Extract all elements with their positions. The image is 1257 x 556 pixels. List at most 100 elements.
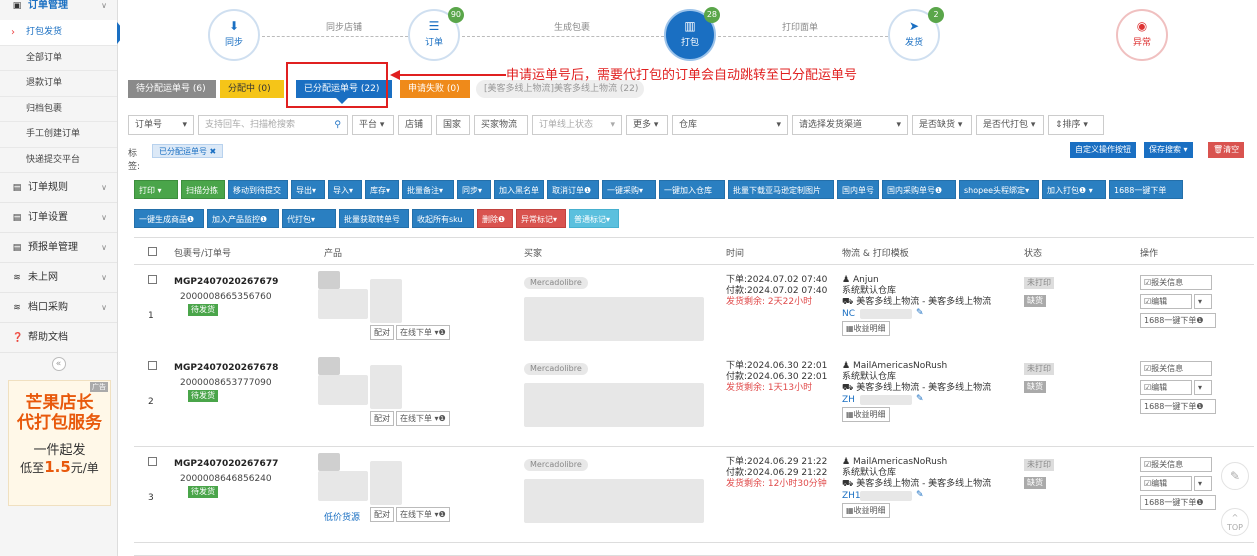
exception-mark-button[interactable]: 异常标记▾ — [516, 209, 566, 228]
batch-get-transfer-button[interactable]: 批量获取转单号 — [339, 209, 409, 228]
order-no-select[interactable]: 订单号 ▾ — [128, 115, 194, 135]
shop-button[interactable]: 店铺 — [398, 115, 432, 135]
customs-info-button[interactable]: ☑报关信息 — [1140, 457, 1212, 472]
agent-pack-button[interactable]: 代打包▾ — [282, 209, 336, 228]
profit-detail-button[interactable]: ▦收益明细 — [842, 503, 890, 518]
online-order-button[interactable]: 在线下单 ▾❶ — [396, 411, 450, 426]
lack-dropdown[interactable]: 是否缺货 ▾ — [912, 115, 972, 135]
collapse-icon[interactable]: « — [51, 357, 66, 371]
pair-button[interactable]: 配对 — [370, 411, 394, 426]
step-ship[interactable]: ➤ 发货 2 — [888, 7, 944, 61]
domestic-no-button[interactable]: 国内单号 — [837, 180, 879, 199]
sidebar-section-settings[interactable]: ▤ 订单设置 ∨ — [0, 203, 117, 233]
customs-info-button[interactable]: ☑报关信息 — [1140, 275, 1212, 290]
tab-assigning[interactable]: 分配中 (0) — [220, 80, 284, 98]
pair-button[interactable]: 配对 — [370, 507, 394, 522]
collapse-sku-button[interactable]: 收起所有sku — [412, 209, 474, 228]
sidebar-section-purchase[interactable]: ≋ 档口采购 ∨ — [0, 293, 117, 323]
tracking-no[interactable]: ZH1 — [842, 491, 861, 502]
row-checkbox[interactable] — [148, 457, 157, 466]
ad-banner[interactable]: 广告 芒果店长 代打包服务 一件起发 低至1.5元/单 — [8, 380, 111, 506]
warehouse-select[interactable]: 仓库 ▾ — [672, 115, 788, 135]
edit-button[interactable]: ☑编辑 — [1140, 476, 1192, 491]
edit-tracking-icon[interactable]: ✎ — [916, 308, 924, 319]
sidebar-section-rules[interactable]: ▤ 订单规则 ∨ — [0, 173, 117, 203]
batch-remark-button[interactable]: 批量备注▾ — [402, 180, 454, 199]
order-no[interactable]: 2000008646856240 — [180, 474, 272, 485]
online-order-button[interactable]: 在线下单 ▾❶ — [396, 325, 450, 340]
sidebar-section-offline[interactable]: ≋ 未上网 ∨ — [0, 263, 117, 293]
tab-unassigned[interactable]: 待分配运单号 (6) — [128, 80, 216, 98]
tracking-no[interactable]: NC — [842, 309, 855, 320]
platform-dropdown[interactable]: 平台 ▾ — [352, 115, 394, 135]
row-1688-order-button[interactable]: 1688一键下单❶ — [1140, 495, 1216, 510]
sidebar-item-express-submit[interactable]: 快递提交平台 — [0, 148, 117, 173]
edit-dropdown-button[interactable]: ▾ — [1194, 294, 1212, 309]
profit-detail-button[interactable]: ▦收益明细 — [842, 321, 890, 336]
normal-mark-button[interactable]: 普通标记▾ — [569, 209, 619, 228]
country-button[interactable]: 国家 — [436, 115, 470, 135]
tag-chip[interactable]: 已分配运单号 ✖ — [152, 144, 224, 158]
step-exception[interactable]: ◉ 异常 — [1116, 9, 1168, 61]
stock-button[interactable]: 库存▾ — [365, 180, 399, 199]
order-no[interactable]: 2000008665356760 — [180, 292, 272, 303]
channel-select[interactable]: 请选择发货渠道 ▾ — [792, 115, 908, 135]
package-no[interactable]: MGP2407020267677 — [174, 459, 278, 470]
sidebar-section-order[interactable]: ▣ 订单管理 ∨ — [0, 0, 117, 12]
edit-tracking-icon[interactable]: ✎ — [916, 490, 924, 501]
sync-button[interactable]: 同步▾ — [457, 180, 491, 199]
edit-tracking-icon[interactable]: ✎ — [916, 394, 924, 405]
package-no[interactable]: MGP2407020267678 — [174, 363, 278, 374]
1688-order-button[interactable]: 1688一键下单 — [1109, 180, 1183, 199]
import-button[interactable]: 导入▾ — [328, 180, 362, 199]
tracking-no[interactable]: ZH — [842, 395, 855, 406]
tab-failed[interactable]: 申请失败 (0) — [400, 80, 470, 98]
sidebar-item-manual-create[interactable]: 手工创建订单 — [0, 122, 117, 148]
scan-sort-button[interactable]: 扫描分拣 — [181, 180, 225, 199]
order-no[interactable]: 2000008653777090 — [180, 378, 272, 389]
product-monitor-button[interactable]: 加入产品监控❶ — [207, 209, 279, 228]
row-1688-order-button[interactable]: 1688一键下单❶ — [1140, 313, 1216, 328]
download-amazon-images-button[interactable]: 批量下载亚马逊定制图片 — [728, 180, 834, 199]
sidebar-item-refund-orders[interactable]: 退款订单 — [0, 71, 117, 97]
add-pack-button[interactable]: 加入打包❶ ▾ — [1042, 180, 1106, 199]
move-to-submit-button[interactable]: 移动到待提交 — [228, 180, 288, 199]
more-dropdown[interactable]: 更多 ▾ — [626, 115, 668, 135]
package-no[interactable]: MGP2407020267679 — [174, 277, 278, 288]
sidebar-collapse[interactable]: « — [0, 353, 117, 375]
delete-button[interactable]: 删除❶ — [477, 209, 513, 228]
order-status-select[interactable]: 订单线上状态 ▾ — [532, 115, 622, 135]
sidebar-section-forecast[interactable]: ▤ 预报单管理 ∨ — [0, 233, 117, 263]
domestic-purchase-no-button[interactable]: 国内采购单号❶ — [882, 180, 956, 199]
sidebar-section-help[interactable]: ❓ 帮助文档 — [0, 323, 117, 353]
online-order-button[interactable]: 在线下单 ▾❶ — [396, 507, 450, 522]
print-button[interactable]: 打印 ▾ — [134, 180, 178, 199]
search-input[interactable]: 支持回车、扫描枪搜索 ⚲ — [198, 115, 348, 135]
shopee-bind-button[interactable]: shopee头程绑定▾ — [959, 180, 1039, 199]
custom-action-button[interactable]: 自定义操作按钮 — [1070, 142, 1136, 158]
export-button[interactable]: 导出▾ — [291, 180, 325, 199]
step-pack[interactable]: ▥ 打包 28 — [664, 7, 720, 61]
edit-dropdown-button[interactable]: ▾ — [1194, 476, 1212, 491]
blacklist-button[interactable]: 加入黑名单 — [494, 180, 544, 199]
save-search-button[interactable]: 保存搜索 ▾ — [1144, 142, 1193, 158]
clear-button[interactable]: 🗑清空 — [1208, 142, 1245, 158]
step-order[interactable]: ☰ 订单 90 — [408, 7, 464, 61]
low-price-link[interactable]: 低价货源 — [324, 513, 360, 524]
row-checkbox[interactable] — [148, 275, 157, 284]
generate-product-button[interactable]: 一键生成商品❶ — [134, 209, 204, 228]
add-warehouse-button[interactable]: 一键加入仓库 — [659, 180, 725, 199]
sidebar-item-all-orders[interactable]: 全部订单 — [0, 46, 117, 71]
pair-button[interactable]: 配对 — [370, 325, 394, 340]
sidebar-item-pack-ship[interactable]: 打包发货 — [0, 20, 126, 46]
customs-info-button[interactable]: ☑报关信息 — [1140, 361, 1212, 376]
back-to-top-button[interactable]: ^ TOP — [1221, 508, 1249, 536]
row-checkbox[interactable] — [148, 361, 157, 370]
cancel-order-button[interactable]: 取消订单❶ — [547, 180, 599, 199]
profit-detail-button[interactable]: ▦收益明细 — [842, 407, 890, 422]
edit-dropdown-button[interactable]: ▾ — [1194, 380, 1212, 395]
agent-dropdown[interactable]: 是否代打包 ▾ — [976, 115, 1044, 135]
close-icon[interactable]: ✖ — [210, 147, 217, 156]
row-1688-order-button[interactable]: 1688一键下单❶ — [1140, 399, 1216, 414]
one-click-purchase-button[interactable]: 一键采购▾ — [602, 180, 656, 199]
